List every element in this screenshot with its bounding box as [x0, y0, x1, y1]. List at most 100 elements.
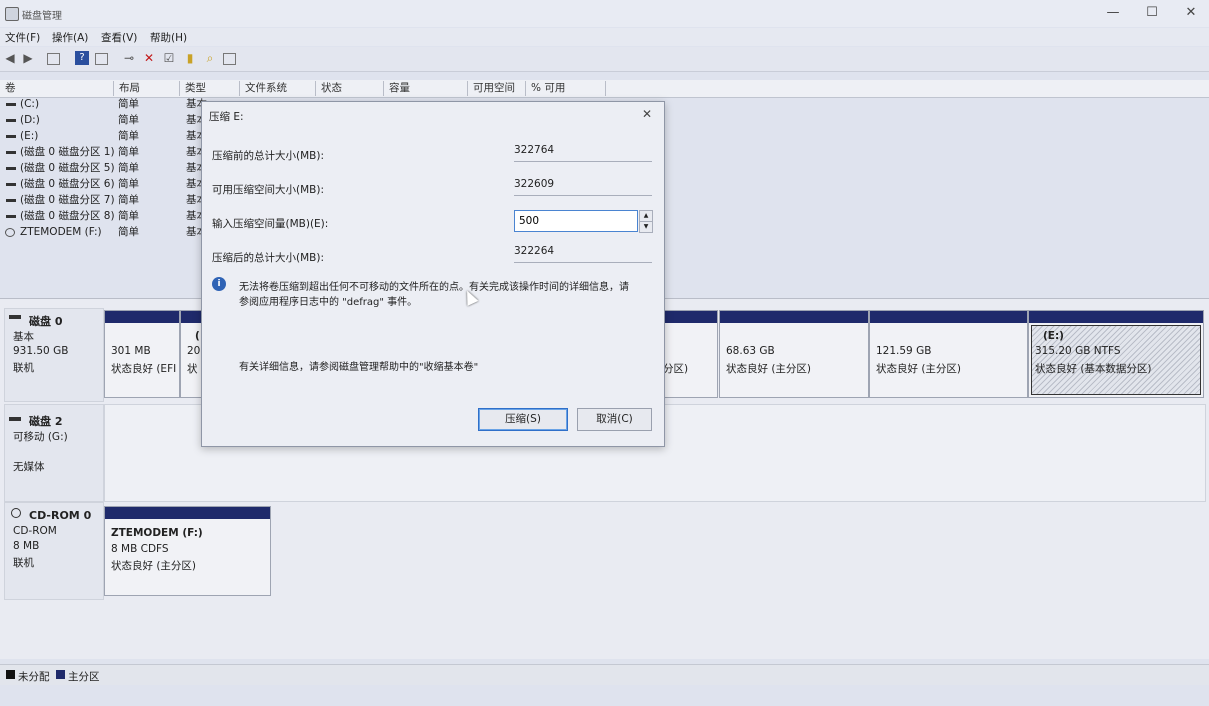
cancel-button[interactable]: 取消(C)	[577, 408, 652, 431]
dialog-close-button[interactable]: ✕	[642, 107, 652, 121]
volume-layout: 简单	[118, 130, 139, 142]
partition-5[interactable]: 121.59 GB 状态良好 (主分区)	[869, 310, 1028, 398]
legend-primary: 主分区	[68, 671, 100, 683]
volume-name: (磁盘 0 磁盘分区 1)	[20, 146, 115, 158]
partition-2[interactable]: ( 20 状	[180, 310, 202, 398]
legend-unallocated: 未分配	[18, 671, 50, 683]
partition-4[interactable]: 68.63 GB 状态良好 (主分区)	[719, 310, 869, 398]
cd-icon	[5, 228, 15, 237]
partition-3[interactable]: 分区)	[663, 310, 718, 398]
window-title: 磁盘管理	[22, 11, 62, 22]
menu-action[interactable]: 操作(A)	[52, 30, 88, 45]
partition-size: 315.20 GB NTFS	[1035, 345, 1121, 357]
volume-layout: 简单	[118, 146, 139, 158]
cdrom-title: CD-ROM 0	[29, 509, 92, 522]
shrink-button[interactable]: 压缩(S)	[478, 408, 568, 431]
partition-efi[interactable]: 301 MB 状态良好 (EFI	[104, 310, 180, 398]
volume-layout: 简单	[118, 210, 139, 222]
disk-0-title: 磁盘 0	[29, 315, 63, 328]
partition-status: 状	[187, 363, 198, 375]
partition-bar	[181, 311, 201, 323]
column-status[interactable]: 状态	[316, 81, 384, 96]
disk-icon	[9, 315, 21, 319]
partition-bar	[105, 311, 179, 323]
volume-name: (磁盘 0 磁盘分区 6)	[20, 178, 115, 190]
partition-status: 状态良好 (基本数据分区)	[1035, 363, 1152, 375]
disk-management-icon	[5, 7, 19, 21]
column-capacity[interactable]: 容量	[384, 81, 468, 96]
column-volume[interactable]: 卷	[0, 81, 114, 96]
volume-name: (磁盘 0 磁盘分区 8)	[20, 210, 115, 222]
volume-layout: 简单	[118, 114, 139, 126]
folder-icon[interactable]: ▮	[183, 51, 197, 65]
minimize-button[interactable]: —	[1098, 4, 1128, 22]
partition-status: 分区)	[663, 363, 689, 375]
search-icon[interactable]: ⌕	[203, 51, 217, 65]
disk-2-kind: 可移动 (G:)	[13, 431, 68, 443]
partition-size: 121.59 GB	[876, 345, 932, 357]
info-text-line2: 参阅应用程序日志中的 "defrag" 事件。	[239, 297, 418, 308]
volume-layout: 简单	[118, 226, 139, 238]
legend-unallocated-swatch	[6, 670, 15, 679]
column-type[interactable]: 类型	[180, 81, 240, 96]
volume-name: (磁盘 0 磁盘分区 7)	[20, 194, 115, 206]
check-icon[interactable]: ☑	[162, 51, 176, 65]
partition-size: 301 MB	[111, 345, 151, 357]
properties-icon[interactable]	[95, 53, 108, 65]
volume-icon	[6, 199, 16, 202]
delete-icon[interactable]: ✕	[142, 51, 156, 65]
legend-primary-swatch	[56, 670, 65, 679]
maximize-button[interactable]: ☐	[1137, 4, 1167, 22]
partition-size: 8 MB CDFS	[111, 543, 169, 555]
dialog-title: 压缩 E:	[209, 111, 244, 123]
volume-name: (E:)	[20, 130, 39, 142]
total-before-value: 322764	[514, 144, 652, 162]
view-icon[interactable]	[223, 53, 236, 65]
partition-name: (E:)	[1043, 330, 1064, 342]
cdrom-size: 8 MB	[13, 540, 40, 552]
volume-icon	[6, 119, 16, 122]
spin-down-button[interactable]: ▼	[639, 221, 653, 233]
disk-0-size: 931.50 GB	[13, 345, 69, 357]
help-icon[interactable]: ?	[75, 51, 89, 65]
volume-layout: 简单	[118, 194, 139, 206]
disk-2-media: 无媒体	[13, 461, 45, 473]
column-layout[interactable]: 布局	[114, 81, 180, 96]
forward-icon[interactable]: ▶	[21, 51, 35, 65]
title-bar: 磁盘管理 — ☐ ✕	[0, 0, 1209, 27]
partition-size: 20	[187, 345, 201, 357]
shrink-amount-input[interactable]	[514, 210, 638, 232]
partition-e[interactable]: (E:) 315.20 GB NTFS 状态良好 (基本数据分区)	[1028, 310, 1204, 398]
info-text-line1: 无法将卷压缩到超出任何不可移动的文件所在的点。有关完成该操作时间的详细信息，请	[239, 282, 629, 293]
back-icon[interactable]: ◀	[3, 51, 17, 65]
disk-2-info[interactable]: 磁盘 2 可移动 (G:) 无媒体	[4, 404, 104, 502]
column-free-space[interactable]: 可用空间	[468, 81, 526, 96]
legend: 未分配 主分区	[0, 664, 1209, 685]
connect-icon[interactable]: ⊸	[122, 51, 136, 65]
menu-file[interactable]: 文件(F)	[5, 30, 40, 45]
disk-2-title: 磁盘 2	[29, 415, 63, 428]
total-after-value: 322264	[514, 245, 652, 263]
cdrom-status: 联机	[13, 557, 34, 569]
volume-name: (D:)	[20, 114, 40, 126]
total-before-label: 压缩前的总计大小(MB):	[212, 150, 324, 162]
disk-icon	[9, 417, 21, 421]
partition-ztemodem[interactable]: ZTEMODEM (F:) 8 MB CDFS 状态良好 (主分区)	[104, 506, 271, 596]
volume-icon	[6, 151, 16, 154]
volume-icon	[6, 103, 16, 106]
volume-icon	[6, 215, 16, 218]
partition-bar	[1029, 311, 1203, 323]
disk-0-status: 联机	[13, 362, 34, 374]
menu-view[interactable]: 查看(V)	[101, 30, 137, 45]
partition-bar	[720, 311, 868, 323]
disk-list-icon[interactable]	[47, 53, 60, 65]
menu-help[interactable]: 帮助(H)	[150, 30, 187, 45]
column-percent-free[interactable]: % 可用	[526, 81, 606, 96]
volume-name: (磁盘 0 磁盘分区 5)	[20, 162, 115, 174]
partition-size: 68.63 GB	[726, 345, 775, 357]
column-filesystem[interactable]: 文件系统	[240, 81, 316, 96]
cdrom-0-info[interactable]: CD-ROM 0 CD-ROM 8 MB 联机	[4, 502, 104, 600]
close-button[interactable]: ✕	[1176, 4, 1206, 22]
disk-0-info[interactable]: 磁盘 0 基本 931.50 GB 联机	[4, 308, 104, 402]
available-value: 322609	[514, 178, 652, 196]
